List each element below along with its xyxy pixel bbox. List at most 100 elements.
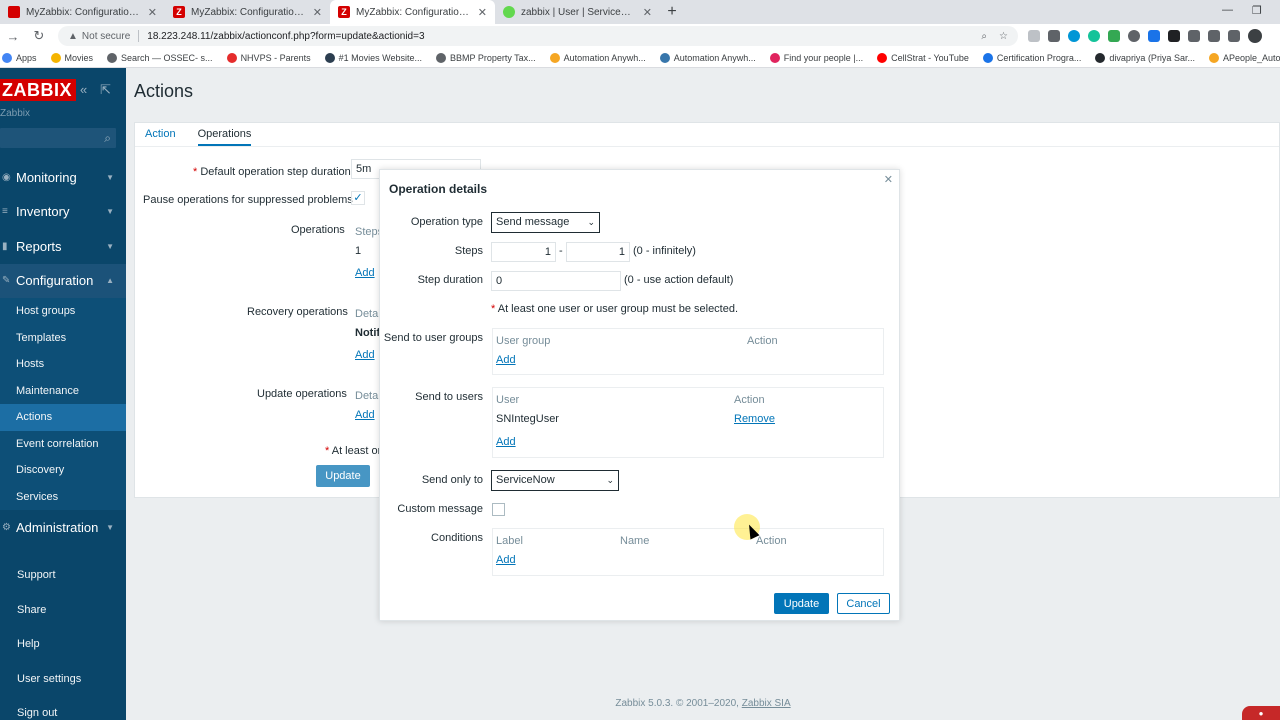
- tab-operations[interactable]: Operations: [197, 123, 252, 146]
- box-extension-icon[interactable]: [1168, 30, 1180, 42]
- submenu-maintenance[interactable]: Maintenance: [0, 378, 126, 405]
- extension-icon[interactable]: [1028, 30, 1040, 42]
- download-icon[interactable]: [1188, 30, 1200, 42]
- submenu-discovery[interactable]: Discovery: [0, 457, 126, 484]
- zabbix-logo[interactable]: ZABBIX: [0, 79, 76, 101]
- zoom-icon[interactable]: ⌕: [981, 31, 987, 42]
- bookmark-item[interactable]: #1 Movies Website...: [324, 52, 422, 63]
- close-icon[interactable]: ✕: [478, 6, 487, 19]
- bookmark-label: Apps: [16, 52, 37, 63]
- custom-message-checkbox[interactable]: [492, 503, 505, 516]
- grammarly-extension-icon[interactable]: [1088, 30, 1100, 42]
- user-groups-table: [492, 328, 884, 375]
- bookmark-label: divapriya (Priya Sar...: [1109, 52, 1195, 63]
- bookmark-item[interactable]: BBMP Property Tax...: [435, 52, 536, 63]
- bookmark-favicon-icon: [107, 52, 118, 63]
- steps-to-input[interactable]: 1: [566, 242, 630, 262]
- add-condition-link[interactable]: Add: [496, 554, 516, 566]
- submenu-event-correlation[interactable]: Event correlation: [0, 431, 126, 458]
- remove-user-link[interactable]: Remove: [734, 413, 775, 425]
- tab-title: MyZabbix: Configuration of actio: [356, 6, 472, 18]
- add-user-link[interactable]: Add: [496, 436, 516, 448]
- forward-icon[interactable]: →: [0, 29, 26, 44]
- green-extension-icon[interactable]: [1108, 30, 1120, 42]
- submenu-services[interactable]: Services: [0, 484, 126, 511]
- condition-name-header: Name: [620, 535, 650, 547]
- bookmark-item[interactable]: Search — OSSEC- s...: [107, 52, 213, 63]
- collapse-sidebar-icon[interactable]: «: [80, 82, 87, 97]
- reload-icon[interactable]: ↻: [26, 28, 52, 44]
- close-icon[interactable]: ✕: [884, 173, 893, 186]
- bookmark-item[interactable]: Automation Anywh...: [659, 52, 756, 63]
- restore-icon[interactable]: ❐: [1252, 4, 1262, 17]
- operation-type-select[interactable]: Send message ⌄: [491, 212, 600, 233]
- bookmark-label: #1 Movies Website...: [338, 52, 422, 63]
- help-link[interactable]: Help: [0, 627, 126, 662]
- star-icon[interactable]: ☆: [999, 31, 1008, 42]
- bookmark-favicon-icon: [50, 52, 61, 63]
- step-duration-input[interactable]: 0: [491, 271, 621, 291]
- new-tab-button[interactable]: +: [660, 0, 684, 24]
- add-user-group-link[interactable]: Add: [496, 354, 516, 366]
- add-operation-link[interactable]: Add: [355, 267, 375, 279]
- profile-avatar-icon[interactable]: [1248, 29, 1262, 43]
- send-only-to-select[interactable]: ServiceNow ⌄: [491, 470, 619, 491]
- screen-recorder-badge-icon: ●: [1242, 706, 1280, 720]
- puzzle-icon[interactable]: [1228, 30, 1240, 42]
- menu-administration[interactable]: ⚙ Administration ▼: [0, 510, 126, 545]
- blue-extension-icon[interactable]: [1148, 30, 1160, 42]
- add-update-operation-link[interactable]: Add: [355, 409, 375, 421]
- bookmark-item[interactable]: Automation Anywh...: [549, 52, 646, 63]
- support-link[interactable]: Support: [0, 558, 126, 593]
- camera-extension-icon[interactable]: [1048, 30, 1060, 42]
- bookmark-item[interactable]: Find your people |...: [769, 52, 863, 63]
- close-icon[interactable]: ✕: [313, 6, 322, 19]
- search-icon[interactable]: ⌕: [104, 131, 111, 146]
- sign-out-link[interactable]: Sign out: [0, 696, 126, 720]
- hp-extension-icon[interactable]: [1068, 30, 1080, 42]
- browser-tab-2[interactable]: Z MyZabbix: Configuration of host ✕: [165, 0, 330, 24]
- browser-tab-3[interactable]: Z MyZabbix: Configuration of actio ✕: [330, 0, 495, 24]
- minimize-icon[interactable]: —: [1222, 4, 1233, 16]
- menu-reports[interactable]: ▮ Reports ▼: [0, 229, 126, 264]
- add-recovery-operation-link[interactable]: Add: [355, 349, 375, 361]
- main-menu: ◉ Monitoring ▼ ≡ Inventory ▼ ▮ Reports ▼…: [0, 160, 126, 545]
- bookmark-item[interactable]: NHVPS - Parents: [226, 52, 311, 63]
- browser-tab-1[interactable]: MyZabbix: Configuration of temp ✕: [0, 0, 165, 24]
- address-bar[interactable]: ▲ Not secure 18.223.248.11/zabbix/action…: [58, 26, 1018, 46]
- custom-message-label: Custom message: [397, 503, 483, 515]
- menu-configuration[interactable]: ✎ Configuration ▲: [0, 263, 126, 298]
- steps-from-input[interactable]: 1: [491, 242, 556, 262]
- bookmark-item[interactable]: Certification Progra...: [982, 52, 1081, 63]
- browser-tab-4[interactable]: zabbix | User | ServiceNow ✕: [495, 0, 660, 24]
- zabbix-favicon-icon: Z: [338, 6, 350, 18]
- zabbix-sia-link[interactable]: Zabbix SIA: [742, 698, 791, 709]
- close-icon[interactable]: ✕: [643, 6, 652, 19]
- submenu-hosts[interactable]: Hosts: [0, 351, 126, 378]
- submenu-actions[interactable]: Actions: [0, 404, 126, 431]
- operation-details-dialog: Operation details ✕ Operation type Send …: [379, 169, 900, 621]
- submenu-templates[interactable]: Templates: [0, 325, 126, 352]
- update-action-button[interactable]: Update: [316, 465, 370, 487]
- link-extension-icon[interactable]: [1128, 30, 1140, 42]
- menu-label: Configuration: [16, 273, 94, 289]
- tab-action[interactable]: Action: [145, 123, 176, 146]
- code-extension-icon[interactable]: [1208, 30, 1220, 42]
- user-settings-link[interactable]: User settings: [0, 662, 126, 697]
- menu-inventory[interactable]: ≡ Inventory ▼: [0, 195, 126, 230]
- bookmark-item[interactable]: divapriya (Priya Sar...: [1095, 52, 1195, 63]
- warning-icon: ▲: [68, 30, 78, 42]
- close-icon[interactable]: ✕: [148, 6, 157, 19]
- submenu-host-groups[interactable]: Host groups: [0, 298, 126, 325]
- share-link[interactable]: Share: [0, 593, 126, 628]
- kiosk-mode-icon[interactable]: ⇱: [100, 82, 111, 98]
- bookmark-item[interactable]: Movies: [50, 52, 93, 63]
- update-button[interactable]: Update: [774, 593, 829, 614]
- cancel-button[interactable]: Cancel: [837, 593, 890, 614]
- bookmark-item[interactable]: APeople_Automatio...: [1208, 52, 1280, 63]
- sidebar-search-input[interactable]: ⌕: [0, 128, 116, 148]
- bookmark-item[interactable]: Apps: [2, 52, 37, 63]
- pause-suppressed-checkbox[interactable]: ✓: [351, 191, 365, 205]
- menu-monitoring[interactable]: ◉ Monitoring ▼: [0, 160, 126, 195]
- bookmark-item[interactable]: CellStrat - YouTube: [877, 52, 969, 63]
